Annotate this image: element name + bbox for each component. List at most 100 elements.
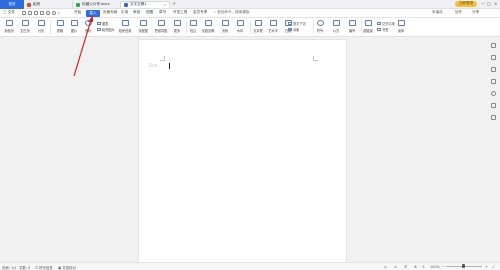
hyperlink-button[interactable]: 超链接 (359, 20, 377, 33)
more-label: 更多 (173, 29, 181, 33)
formula-icon (332, 20, 340, 26)
tab-docer-label: 稻壳 (33, 1, 41, 6)
maximize-button[interactable]: □ (487, 1, 491, 6)
close-tab-icon[interactable]: × (163, 3, 166, 7)
chart-label: 图表 (102, 22, 109, 26)
spell-check[interactable]: ☑ 拼写检查 (35, 265, 53, 270)
undo-icon[interactable] (46, 11, 50, 15)
margin-corner-mark (313, 56, 318, 61)
menu-insert[interactable]: 插入 (86, 10, 100, 17)
outline-view-icon[interactable]: ☰ (404, 265, 407, 269)
read-mode-icon[interactable]: ◎ (384, 265, 387, 269)
share-pane-icon[interactable] (491, 103, 496, 108)
web-view-icon[interactable]: ⊕ (414, 265, 417, 269)
page-break-button[interactable]: 分页 (32, 20, 50, 33)
watermark-button[interactable]: 水印 (231, 20, 249, 33)
tab-docx-label: 珍藏公众号.docx (82, 1, 110, 6)
form-button[interactable]: 窗体 (392, 20, 410, 33)
select-icon[interactable] (491, 55, 496, 60)
collaborate-button[interactable]: 协作 (455, 10, 462, 15)
ribbon-toolbar: 封面页 空白页 分页 表格 图片 形状 图表 稻壳图片 稻壳资源 流程图 思维导… (0, 18, 500, 37)
file-menu[interactable]: 三 文件 (3, 10, 15, 15)
picture-label: 图片 (70, 29, 78, 33)
close-window-button[interactable]: × (494, 1, 497, 6)
picture-icon (70, 20, 78, 26)
settings-icon[interactable] (491, 91, 496, 96)
zoom-level[interactable]: 100% (430, 265, 440, 269)
menu-section[interactable]: 章节 (159, 10, 166, 15)
form-label: 窗体 (397, 29, 405, 33)
numbering-label: 编号 (348, 29, 356, 33)
translate-icon[interactable] (491, 79, 496, 84)
save-icon[interactable] (22, 11, 26, 15)
cover-page-icon (5, 20, 13, 26)
menu-start-text: 开始 (74, 10, 82, 14)
menu-view[interactable]: 视图 (146, 10, 153, 15)
menu-page-layout[interactable]: 页面布局 (103, 10, 117, 15)
mindmap-label: 思维导图 (154, 29, 168, 33)
chart-button[interactable]: 图表 (97, 21, 108, 26)
properties-icon[interactable] (491, 67, 496, 72)
object-button[interactable]: 对象 (288, 27, 299, 32)
pen-icon[interactable]: ✎ (422, 265, 425, 269)
tab-home[interactable]: 首页 (0, 0, 24, 9)
page-break-icon (37, 20, 45, 26)
export-icon[interactable] (28, 11, 32, 15)
command-search[interactable]: ⌕ 查找命令、搜索模板 (214, 10, 250, 15)
zoom-slider-handle[interactable] (462, 264, 465, 268)
menu-dev-tools[interactable]: 开发工具 (173, 10, 187, 15)
redo-icon[interactable] (52, 11, 56, 15)
menu-references[interactable]: 引用 (121, 10, 128, 15)
more-icon (173, 20, 181, 26)
new-tab-button[interactable]: + (172, 2, 176, 7)
docer-resources-label: 稻壳资源 (118, 29, 132, 33)
spell-check-label: 拼写检查 (39, 266, 53, 270)
margin-corner-mark (160, 56, 165, 61)
bookmark-button[interactable]: 书签 (377, 27, 388, 32)
tab-docer[interactable]: 稻壳 (24, 1, 72, 8)
document-page[interactable] (138, 39, 347, 266)
tab-active-label: 文字文稿1 (130, 2, 147, 7)
first-letter-button[interactable]: 首字下沉 (288, 21, 306, 26)
page-number-icon (221, 20, 229, 26)
hyperlink-label: 超链接 (363, 29, 373, 33)
tab-active-document[interactable]: 文字文稿1 × (120, 1, 170, 8)
cross-reference-icon (377, 21, 381, 26)
page-view-icon[interactable]: ▭ (394, 265, 397, 269)
numbering-icon (348, 20, 356, 26)
comment-icon (189, 20, 197, 26)
zoom-in-icon[interactable]: + (485, 265, 488, 269)
help-icon[interactable] (491, 115, 496, 120)
doc-check-label: 文档校对 (62, 266, 76, 270)
menu-member[interactable]: 会员专享 (193, 10, 207, 15)
login-button[interactable]: 立即登录 (455, 1, 477, 7)
doc-check[interactable]: ▣ 文档校对 (58, 265, 76, 270)
minimize-button[interactable]: — (481, 1, 485, 6)
shape-label: 形状 (84, 29, 92, 33)
symbol-icon (316, 20, 324, 26)
menu-start-left[interactable]: 开始 (74, 10, 82, 15)
form-icon (397, 20, 405, 26)
share-button[interactable]: 分享 (472, 10, 479, 15)
shape-button[interactable]: 形状 (79, 20, 97, 33)
menu-insert-label: 插入 (89, 10, 97, 15)
chevron-down-icon[interactable]: ▾ (58, 11, 62, 15)
print-icon[interactable] (34, 11, 38, 15)
zoom-out-icon[interactable]: − (442, 265, 445, 269)
bookmark-icon (377, 27, 381, 32)
docer-resources-button[interactable]: 稻壳资源 (116, 20, 134, 33)
docer-picture-button[interactable]: 稻壳图片 (97, 27, 115, 32)
flowchart-button[interactable]: 流程图 (134, 20, 152, 33)
tab-docx-file[interactable]: 珍藏公众号.docx (72, 1, 120, 8)
style-pane-icon[interactable] (491, 43, 496, 48)
wordart-icon (269, 20, 277, 26)
unsaved-status[interactable]: 未保存 (432, 10, 443, 15)
header-footer-icon (204, 20, 212, 26)
fit-page-icon[interactable]: ⤢ (492, 265, 495, 269)
header-footer-button[interactable]: 页眉页脚 (199, 20, 217, 33)
preview-icon[interactable] (40, 11, 44, 15)
menu-review[interactable]: 审阅 (133, 10, 140, 15)
word-count[interactable]: 字数: 0 (19, 265, 30, 270)
page-placeholder-text: First. (149, 63, 159, 68)
docx-icon (76, 2, 80, 7)
